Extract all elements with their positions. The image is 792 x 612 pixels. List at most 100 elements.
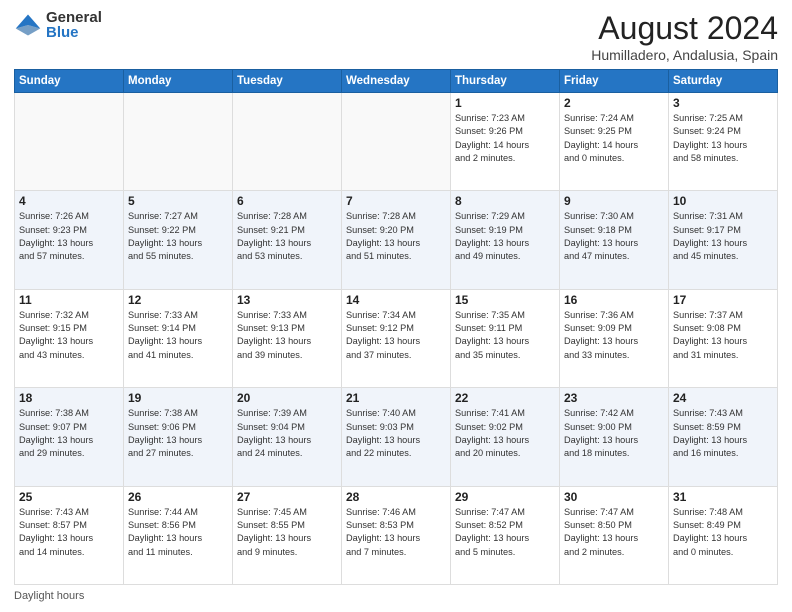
calendar-cell: 16Sunrise: 7:36 AM Sunset: 9:09 PM Dayli… bbox=[560, 289, 669, 387]
calendar-cell: 4 Sunrise: 7:26 AM Sunset: 9:23 PM Daylig… bbox=[15, 191, 124, 289]
day-info: Sunrise: 7:31 AM Sunset: 9:17 PM Dayligh… bbox=[673, 210, 773, 263]
day-number: 7 bbox=[346, 194, 446, 208]
logo-blue: Blue bbox=[46, 25, 102, 40]
day-number: 24 bbox=[673, 391, 773, 405]
calendar-cell: 7Sunrise: 7:28 AM Sunset: 9:20 PM Daylig… bbox=[342, 191, 451, 289]
day-info: Sunrise: 7:43 AM Sunset: 8:59 PM Dayligh… bbox=[673, 407, 773, 460]
day-info: Sunrise: 7:45 AM Sunset: 8:55 PM Dayligh… bbox=[237, 506, 337, 559]
day-number: 1 bbox=[455, 96, 555, 110]
daylight-label: Daylight hours bbox=[14, 590, 84, 602]
week-row-5: 25 Sunrise: 7:43 AM Sunset: 8:57 PM Dayli… bbox=[15, 486, 778, 584]
day-info: Sunrise: 7:36 AM Sunset: 9:09 PM Dayligh… bbox=[564, 309, 664, 362]
calendar-title: August 2024 bbox=[591, 10, 778, 47]
calendar-cell: 6 Sunrise: 7:28 AM Sunset: 9:21 PM Daylig… bbox=[233, 191, 342, 289]
header-day-tuesday: Tuesday bbox=[233, 70, 342, 93]
day-number: 4 bbox=[19, 194, 119, 208]
day-number: 18 bbox=[19, 391, 119, 405]
logo-icon bbox=[14, 11, 42, 39]
day-number: 28 bbox=[346, 490, 446, 504]
day-info: Sunrise: 7:24 AM Sunset: 9:25 PM Dayligh… bbox=[564, 112, 664, 165]
calendar-cell: 2Sunrise: 7:24 AM Sunset: 9:25 PM Daylig… bbox=[560, 93, 669, 191]
calendar-cell: 31 Sunrise: 7:48 AM Sunset: 8:49 PM Dayli… bbox=[669, 486, 778, 584]
calendar-cell: 23 Sunrise: 7:42 AM Sunset: 9:00 PM Dayli… bbox=[560, 388, 669, 486]
day-number: 13 bbox=[237, 293, 337, 307]
day-number: 31 bbox=[673, 490, 773, 504]
day-number: 10 bbox=[673, 194, 773, 208]
header-day-wednesday: Wednesday bbox=[342, 70, 451, 93]
day-number: 29 bbox=[455, 490, 555, 504]
calendar-cell: 28 Sunrise: 7:46 AM Sunset: 8:53 PM Dayli… bbox=[342, 486, 451, 584]
calendar-cell: 21Sunrise: 7:40 AM Sunset: 9:03 PM Dayli… bbox=[342, 388, 451, 486]
header: General Blue August 2024 Humilladero, An… bbox=[14, 10, 778, 63]
header-day-sunday: Sunday bbox=[15, 70, 124, 93]
day-info: Sunrise: 7:43 AM Sunset: 8:57 PM Dayligh… bbox=[19, 506, 119, 559]
calendar-cell: 3Sunrise: 7:25 AM Sunset: 9:24 PM Daylig… bbox=[669, 93, 778, 191]
day-number: 11 bbox=[19, 293, 119, 307]
calendar-cell: 18 Sunrise: 7:38 AM Sunset: 9:07 PM Dayli… bbox=[15, 388, 124, 486]
day-info: Sunrise: 7:47 AM Sunset: 8:52 PM Dayligh… bbox=[455, 506, 555, 559]
calendar-cell: 12Sunrise: 7:33 AM Sunset: 9:14 PM Dayli… bbox=[124, 289, 233, 387]
day-info: Sunrise: 7:42 AM Sunset: 9:00 PM Dayligh… bbox=[564, 407, 664, 460]
calendar-cell: 8 Sunrise: 7:29 AM Sunset: 9:19 PM Daylig… bbox=[451, 191, 560, 289]
day-number: 17 bbox=[673, 293, 773, 307]
day-number: 21 bbox=[346, 391, 446, 405]
calendar-cell: 14 Sunrise: 7:34 AM Sunset: 9:12 PM Dayli… bbox=[342, 289, 451, 387]
day-info: Sunrise: 7:33 AM Sunset: 9:14 PM Dayligh… bbox=[128, 309, 228, 362]
header-day-friday: Friday bbox=[560, 70, 669, 93]
calendar-cell: 17Sunrise: 7:37 AM Sunset: 9:08 PM Dayli… bbox=[669, 289, 778, 387]
day-info: Sunrise: 7:33 AM Sunset: 9:13 PM Dayligh… bbox=[237, 309, 337, 362]
calendar-subtitle: Humilladero, Andalusia, Spain bbox=[591, 47, 778, 63]
calendar-cell: 27Sunrise: 7:45 AM Sunset: 8:55 PM Dayli… bbox=[233, 486, 342, 584]
logo-text: General Blue bbox=[46, 10, 102, 40]
footer: Daylight hours bbox=[14, 590, 778, 602]
calendar-cell: 19 Sunrise: 7:38 AM Sunset: 9:06 PM Dayli… bbox=[124, 388, 233, 486]
day-number: 19 bbox=[128, 391, 228, 405]
day-number: 6 bbox=[237, 194, 337, 208]
week-row-1: 1Sunrise: 7:23 AM Sunset: 9:26 PM Daylig… bbox=[15, 93, 778, 191]
calendar-cell bbox=[233, 93, 342, 191]
week-row-3: 11Sunrise: 7:32 AM Sunset: 9:15 PM Dayli… bbox=[15, 289, 778, 387]
day-number: 20 bbox=[237, 391, 337, 405]
day-info: Sunrise: 7:26 AM Sunset: 9:23 PM Dayligh… bbox=[19, 210, 119, 263]
calendar-cell: 11Sunrise: 7:32 AM Sunset: 9:15 PM Dayli… bbox=[15, 289, 124, 387]
day-number: 30 bbox=[564, 490, 664, 504]
calendar-cell: 25 Sunrise: 7:43 AM Sunset: 8:57 PM Dayli… bbox=[15, 486, 124, 584]
calendar-cell: 20 Sunrise: 7:39 AM Sunset: 9:04 PM Dayli… bbox=[233, 388, 342, 486]
day-info: Sunrise: 7:38 AM Sunset: 9:06 PM Dayligh… bbox=[128, 407, 228, 460]
day-number: 23 bbox=[564, 391, 664, 405]
day-info: Sunrise: 7:29 AM Sunset: 9:19 PM Dayligh… bbox=[455, 210, 555, 263]
day-number: 14 bbox=[346, 293, 446, 307]
day-info: Sunrise: 7:28 AM Sunset: 9:21 PM Dayligh… bbox=[237, 210, 337, 263]
calendar-cell: 15 Sunrise: 7:35 AM Sunset: 9:11 PM Dayli… bbox=[451, 289, 560, 387]
day-number: 5 bbox=[128, 194, 228, 208]
page: General Blue August 2024 Humilladero, An… bbox=[0, 0, 792, 612]
day-info: Sunrise: 7:35 AM Sunset: 9:11 PM Dayligh… bbox=[455, 309, 555, 362]
day-info: Sunrise: 7:46 AM Sunset: 8:53 PM Dayligh… bbox=[346, 506, 446, 559]
day-info: Sunrise: 7:30 AM Sunset: 9:18 PM Dayligh… bbox=[564, 210, 664, 263]
day-info: Sunrise: 7:34 AM Sunset: 9:12 PM Dayligh… bbox=[346, 309, 446, 362]
calendar-cell: 24 Sunrise: 7:43 AM Sunset: 8:59 PM Dayli… bbox=[669, 388, 778, 486]
calendar-table: SundayMondayTuesdayWednesdayThursdayFrid… bbox=[14, 69, 778, 585]
calendar-cell: 5Sunrise: 7:27 AM Sunset: 9:22 PM Daylig… bbox=[124, 191, 233, 289]
day-info: Sunrise: 7:25 AM Sunset: 9:24 PM Dayligh… bbox=[673, 112, 773, 165]
calendar-cell: 10 Sunrise: 7:31 AM Sunset: 9:17 PM Dayli… bbox=[669, 191, 778, 289]
day-info: Sunrise: 7:47 AM Sunset: 8:50 PM Dayligh… bbox=[564, 506, 664, 559]
title-block: August 2024 Humilladero, Andalusia, Spai… bbox=[591, 10, 778, 63]
day-info: Sunrise: 7:38 AM Sunset: 9:07 PM Dayligh… bbox=[19, 407, 119, 460]
calendar-cell: 1Sunrise: 7:23 AM Sunset: 9:26 PM Daylig… bbox=[451, 93, 560, 191]
logo-general: General bbox=[46, 10, 102, 25]
calendar-body: 1Sunrise: 7:23 AM Sunset: 9:26 PM Daylig… bbox=[15, 93, 778, 585]
calendar-cell: 29 Sunrise: 7:47 AM Sunset: 8:52 PM Dayli… bbox=[451, 486, 560, 584]
day-number: 26 bbox=[128, 490, 228, 504]
header-day-thursday: Thursday bbox=[451, 70, 560, 93]
day-info: Sunrise: 7:39 AM Sunset: 9:04 PM Dayligh… bbox=[237, 407, 337, 460]
day-info: Sunrise: 7:48 AM Sunset: 8:49 PM Dayligh… bbox=[673, 506, 773, 559]
day-number: 15 bbox=[455, 293, 555, 307]
header-row: SundayMondayTuesdayWednesdayThursdayFrid… bbox=[15, 70, 778, 93]
header-day-monday: Monday bbox=[124, 70, 233, 93]
day-number: 25 bbox=[19, 490, 119, 504]
calendar-cell bbox=[124, 93, 233, 191]
calendar-cell: 9Sunrise: 7:30 AM Sunset: 9:18 PM Daylig… bbox=[560, 191, 669, 289]
calendar-cell bbox=[342, 93, 451, 191]
day-number: 8 bbox=[455, 194, 555, 208]
